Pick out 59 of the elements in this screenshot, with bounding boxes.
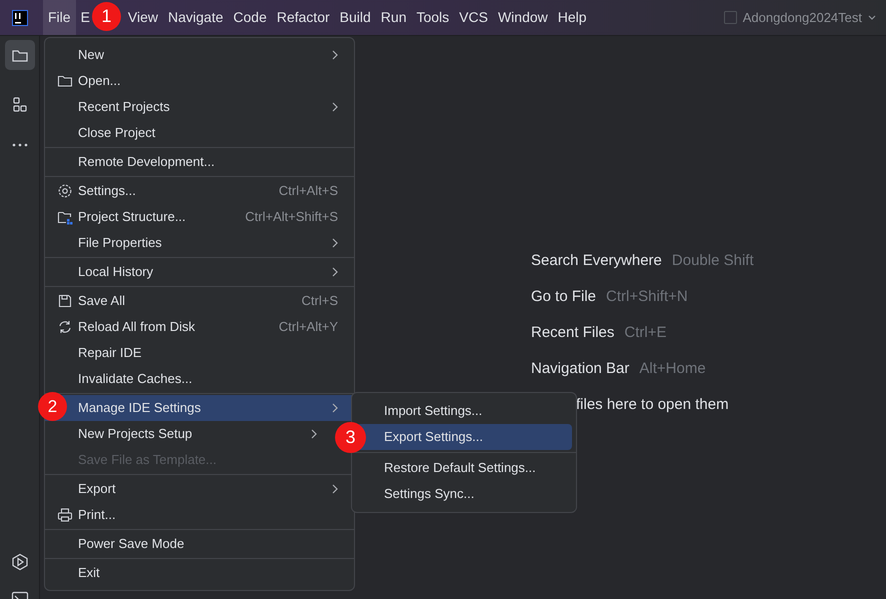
project-name[interactable]: Adongdong2024Test — [742, 8, 862, 28]
hint-text: Go to File — [531, 286, 596, 307]
menu-item[interactable]: Project Structure... Ctrl+Alt+Shift+S — [45, 204, 354, 230]
menu-item[interactable]: Run — [376, 0, 412, 35]
menu-item[interactable]: Settings Sync... — [356, 481, 572, 507]
hint-text: Search Everywhere — [531, 250, 662, 271]
menu-item[interactable]: VCS — [454, 0, 493, 35]
menu-item[interactable]: Save All Ctrl+S — [45, 288, 354, 314]
menu-item[interactable]: E — [76, 0, 95, 35]
menu-item[interactable]: Print... — [45, 502, 354, 528]
menu-item[interactable]: Build — [334, 0, 376, 35]
hint-text: Navigation Bar — [531, 358, 630, 379]
menu-item[interactable]: Open... — [45, 68, 354, 94]
menu-item[interactable]: Local History — [45, 259, 354, 285]
menu-item[interactable]: Settings... Ctrl+Alt+S — [45, 178, 354, 204]
shortcut-text: Ctrl+S — [302, 292, 338, 310]
menu-item[interactable]: File Properties — [45, 230, 354, 256]
menu-item[interactable]: Navigate — [163, 0, 228, 35]
menu-item[interactable]: File — [43, 0, 76, 35]
menu-item[interactable]: Remote Development... — [45, 149, 354, 175]
menu-item[interactable]: Help — [552, 0, 592, 35]
menu-item[interactable]: Invalidate Caches... — [45, 366, 354, 392]
shortcut-text: Ctrl+E — [624, 322, 666, 343]
printer-icon — [57, 507, 73, 523]
menu-item[interactable]: Export — [45, 476, 354, 502]
shortcut-text: Ctrl+Shift+N — [606, 286, 688, 307]
menu-item[interactable]: New — [45, 42, 354, 68]
gear-icon — [57, 183, 73, 199]
project-icon — [724, 11, 737, 24]
menu-item[interactable]: Import Settings... — [356, 398, 572, 424]
chevron-down-icon[interactable] — [868, 14, 876, 20]
menu-item[interactable]: Reload All from Disk Ctrl+Alt+Y — [45, 314, 354, 340]
menu-item[interactable]: Exit — [45, 560, 354, 586]
tool-window-button[interactable] — [4, 40, 34, 70]
play-hexagon-icon — [10, 553, 28, 571]
hint-text: files here to open them — [576, 394, 729, 415]
squares-icon — [10, 96, 28, 114]
menu-item[interactable]: View — [122, 0, 163, 35]
folder-icon — [57, 73, 73, 89]
menu-item[interactable]: Close Project — [45, 120, 354, 146]
reload-icon — [57, 319, 73, 335]
shortcut-text: Ctrl+Alt+Shift+S — [245, 208, 338, 226]
shortcut-text: Ctrl+Alt+Y — [278, 318, 338, 336]
more-icon — [12, 143, 28, 147]
menu-item[interactable]: Tools — [411, 0, 454, 35]
shortcut-text: Alt+Home — [639, 358, 706, 379]
menu-item[interactable]: Refactor — [272, 0, 335, 35]
menu-item[interactable]: New Projects Setup — [45, 421, 333, 447]
menu-item[interactable]: Recent Projects — [45, 94, 354, 120]
menu-item[interactable]: Power Save Mode — [45, 531, 354, 557]
shortcut-text: Double Shift — [672, 250, 754, 271]
menu-item[interactable]: Code — [228, 0, 272, 35]
app-logo-icon[interactable] — [12, 10, 28, 26]
folder-grid-icon — [57, 209, 73, 225]
menu-item[interactable]: Restore Default Settings... — [356, 455, 572, 481]
menu-item[interactable]: Repair IDE — [45, 340, 354, 366]
hint-text: Recent Files — [531, 322, 614, 343]
shortcut-text: Ctrl+Alt+S — [278, 182, 338, 200]
menu-item[interactable]: Window — [492, 0, 553, 35]
